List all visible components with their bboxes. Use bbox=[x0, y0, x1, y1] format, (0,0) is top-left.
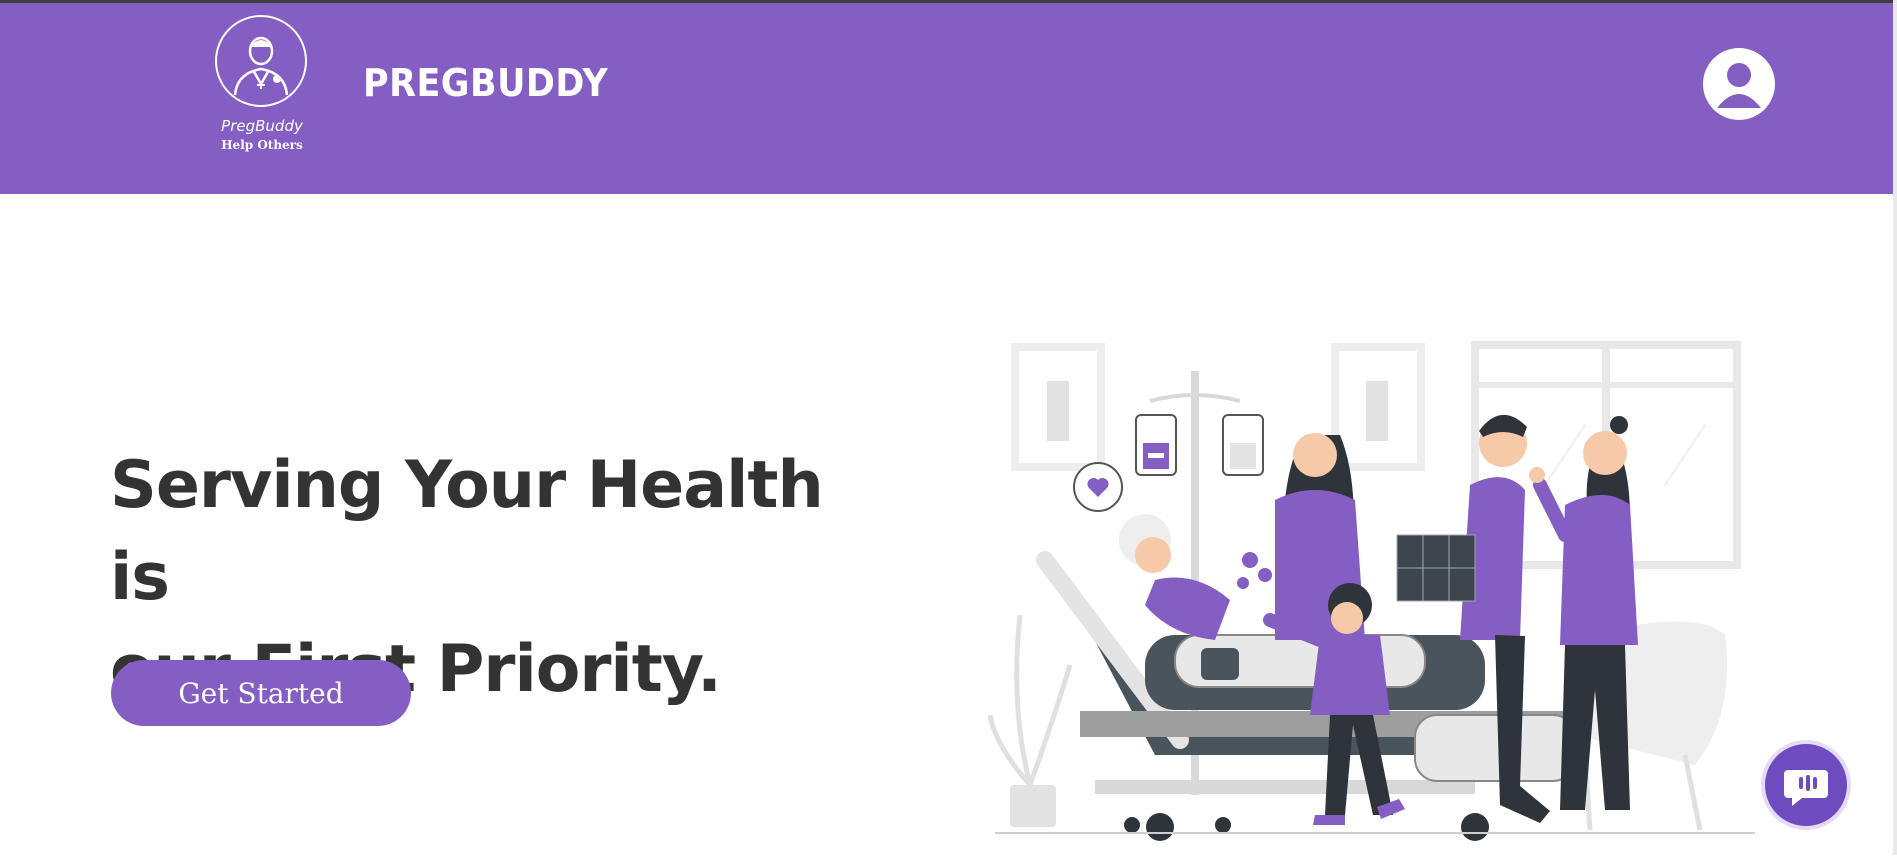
logo-doctor-icon[interactable] bbox=[215, 15, 307, 107]
site-header: PregBuddy Help Others PREGBUDDY bbox=[0, 3, 1893, 194]
user-avatar-icon[interactable] bbox=[1703, 48, 1775, 120]
hospital-visit-illustration bbox=[985, 335, 1765, 855]
get-started-button[interactable]: Get Started bbox=[111, 660, 411, 726]
chat-bubble-icon[interactable] bbox=[1761, 740, 1851, 830]
hero-title-line-1: Serving Your Health is bbox=[110, 448, 824, 615]
scrollbar-track[interactable] bbox=[1893, 0, 1897, 855]
brand-name[interactable]: PREGBUDDY bbox=[363, 61, 608, 105]
logo-tagline: Help Others bbox=[221, 138, 303, 152]
logo-name: PregBuddy bbox=[221, 117, 303, 135]
